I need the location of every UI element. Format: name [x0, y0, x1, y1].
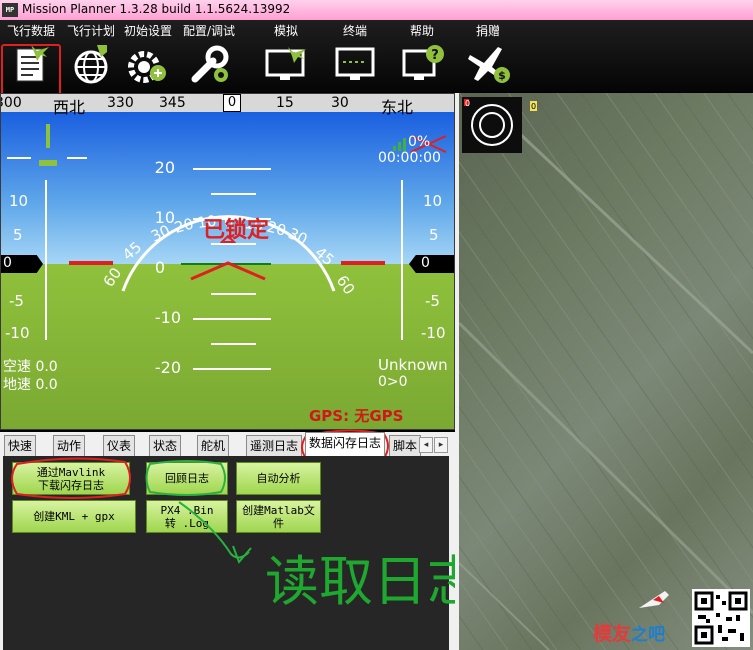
toolbar-simulation[interactable]: 模拟: [252, 20, 320, 92]
speed-tape-label: -10: [5, 324, 30, 342]
gps-status: GPS: 无GPS: [309, 407, 404, 425]
pitch-line: [193, 318, 271, 320]
altitude-pointer: 0: [409, 255, 454, 273]
alt-tape-label: 10: [423, 192, 443, 210]
toolbar-label: 飞行数据: [6, 24, 55, 38]
pitch-tick: [211, 193, 256, 195]
groundspeed-readout: 地速 0.0: [3, 377, 58, 393]
window-title: Mission Planner 1.3.28 build 1.1.5624.13…: [22, 2, 291, 16]
tab-strip: 快速 动作 仪表 状态 舵机 遥测日志 数据闪存日志 脚本 ◂ ▸: [0, 429, 455, 462]
main-toolbar: 飞行数据 飞行计划 初始设置 配置/调试 模拟 终端 帮助 ? 捐赠 $: [0, 20, 753, 109]
title-bar: MP Mission Planner 1.3.28 build 1.1.5624…: [0, 0, 753, 20]
toolbar-flight-plan[interactable]: 飞行计划: [62, 20, 120, 92]
terminal-icon: [335, 47, 375, 80]
armed-status: 已锁定: [203, 218, 270, 243]
toolbar-label: 初始设置: [123, 24, 172, 38]
map-zoom-indicator: 0: [465, 99, 470, 108]
speed-tape-label: 5: [13, 226, 23, 244]
toolbar-terminal[interactable]: 终端: [322, 20, 388, 92]
watermark-suffix: 之吧: [631, 625, 665, 645]
map-view[interactable]: 0 0 模友之吧: [459, 93, 753, 650]
satellite-map-tiles: 0 0: [459, 93, 753, 650]
toolbar-label: 终端: [342, 24, 367, 38]
alt-pointer-value: 0: [421, 255, 430, 271]
pitch-tick: [211, 293, 256, 295]
alt-tape-label: -10: [421, 324, 446, 342]
waypoint-indicator: 0>0: [378, 374, 408, 390]
flight-data-icon: [16, 45, 49, 82]
toolbar-initial-setup[interactable]: 初始设置: [120, 20, 176, 92]
pitch-label: -20: [154, 358, 181, 377]
alt-tape-label: 5: [429, 226, 439, 244]
watermark-main: 模友: [592, 623, 631, 645]
battery-percent: 0%: [408, 134, 431, 150]
tab-telemetry-logs[interactable]: 遥测日志: [246, 435, 302, 456]
speed-tape-label: 10: [9, 192, 29, 210]
pitch-label: 20: [154, 158, 175, 177]
help-icon: ?: [402, 45, 444, 80]
flight-plan-icon: [74, 45, 108, 84]
toolbar-config-tuning[interactable]: 配置/调试: [176, 20, 242, 92]
toolbar-label: 配置/调试: [182, 24, 236, 38]
pitch-label: 10: [154, 208, 175, 227]
toolbar-label: 模拟: [273, 24, 298, 38]
config-tuning-icon: [191, 45, 229, 83]
donate-icon: $: [468, 47, 510, 83]
alt-tape-label: -5: [425, 292, 440, 310]
pitch-label: -10: [154, 308, 181, 327]
toolbar-label: 飞行计划: [66, 24, 115, 38]
pitch-tick: [211, 343, 256, 345]
tab-servo[interactable]: 舵机: [197, 435, 229, 456]
aircraft-reference: [69, 261, 385, 281]
hud-display: 300 西北 330 345 15 30 东北 0 60 45 30 20 10…: [0, 93, 455, 430]
roll-mark: 20: [172, 215, 195, 237]
flight-timer: 00:00:00: [378, 150, 441, 166]
speed-pointer: 0: [1, 255, 43, 273]
toolbar-flight-data[interactable]: 飞行数据: [0, 20, 62, 92]
tab-scroll-left-button[interactable]: ◂: [419, 437, 433, 453]
pitch-line: [193, 168, 271, 170]
initial-setup-icon: [128, 51, 166, 83]
watermark: 模友之吧: [593, 619, 665, 646]
simulation-icon: [265, 47, 306, 80]
airspeed-readout: 空速 0.0: [3, 359, 58, 375]
qr-code: [692, 589, 750, 647]
dataflash-log-panel: 通过Mavlink 下载闪存日志 回顾日志 自动分析 创建KML + gpx P…: [0, 456, 481, 650]
app-icon: MP: [2, 3, 18, 17]
toolbar-label: 帮助: [409, 24, 434, 38]
tab-scroll-right-button[interactable]: ▸: [434, 437, 448, 453]
map-wp-indicator: 0: [531, 102, 536, 111]
toolbar-help[interactable]: 帮助 ?: [390, 20, 454, 92]
tab-status[interactable]: 状态: [149, 435, 181, 456]
tab-gauges[interactable]: 仪表: [103, 435, 135, 456]
svg-text:读取日志: 读取日志: [265, 550, 481, 612]
toolbar-donate[interactable]: 捐赠 $: [456, 20, 520, 92]
tab-actions[interactable]: 动作: [53, 435, 85, 456]
tab-quick[interactable]: 快速: [4, 435, 36, 456]
rc-input-indicator: [7, 124, 87, 166]
speed-pointer-value: 0: [3, 255, 12, 271]
pitch-line: [193, 368, 271, 370]
flight-mode: Unknown: [378, 356, 448, 374]
tab-dataflash-logs[interactable]: 数据闪存日志: [305, 432, 385, 456]
speed-tape-label: -5: [9, 292, 24, 310]
toolbar-label: 捐赠: [475, 24, 500, 38]
svg-text:$: $: [498, 69, 506, 82]
svg-text:?: ?: [431, 48, 439, 63]
tab-scripts[interactable]: 脚本: [389, 435, 421, 456]
